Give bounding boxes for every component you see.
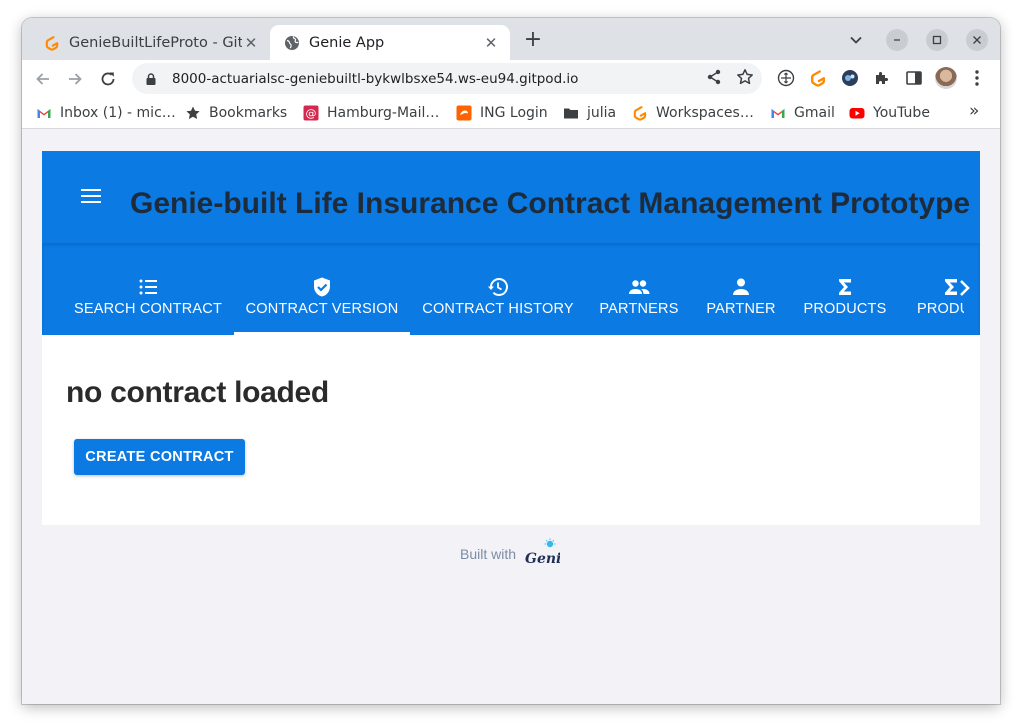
reload-icon[interactable]: [99, 70, 117, 88]
close-window-button[interactable]: [966, 29, 988, 51]
move-extension-icon[interactable]: [777, 69, 795, 87]
page-heading: no contract loaded: [66, 376, 329, 409]
app-tab-bar: SEARCH CONTRACT CONTRACT VERSION CONTRAC…: [42, 243, 980, 335]
bookmark-label: ING Login: [480, 105, 548, 121]
page-viewport: Genie-built Life Insurance Contract Mana…: [22, 130, 1000, 704]
address-bar[interactable]: 8000-actuarialsc-geniebuiltl-bykwlbsxe54…: [132, 63, 762, 94]
menu-hamburger-icon[interactable]: [81, 189, 101, 205]
verified-shield-icon: [314, 277, 330, 297]
tab-title: GenieBuiltLifeProto - Gitpod: [69, 34, 242, 51]
back-arrow-icon[interactable]: [34, 70, 52, 88]
star-icon: [186, 106, 200, 119]
genie-logo[interactable]: Genie: [524, 537, 560, 569]
bookmark-label: Bookmarks: [209, 105, 288, 121]
browser-toolbar: 8000-actuarialsc-geniebuiltl-bykwlbsxe54…: [22, 60, 1000, 97]
create-contract-button[interactable]: CREATE CONTRACT: [74, 439, 245, 475]
bookmark-workspaces[interactable]: Workspaces…: [632, 103, 754, 123]
bookmark-hamburg-mail[interactable]: @ Hamburg-Mail…: [303, 103, 439, 123]
tab-label: CONTRACT HISTORY: [422, 301, 574, 317]
minimize-button[interactable]: [886, 29, 908, 51]
person-icon: [733, 278, 749, 295]
gitpod-extension-icon[interactable]: [809, 69, 827, 87]
browser-tab-genie-app[interactable]: Genie App ✕: [270, 25, 510, 60]
tab-label: CONTRACT VERSION: [245, 301, 399, 317]
tab-contract-history[interactable]: CONTRACT HISTORY: [422, 243, 574, 335]
app-header: Genie-built Life Insurance Contract Mana…: [42, 151, 980, 243]
close-icon: [973, 36, 981, 44]
svg-text:@: @: [306, 107, 317, 120]
mask-extension-icon[interactable]: [841, 69, 859, 87]
bookmark-youtube[interactable]: YouTube: [849, 103, 930, 123]
puzzle-extensions-icon[interactable]: [873, 69, 891, 87]
profile-avatar[interactable]: [935, 67, 957, 89]
gitpod-icon: [45, 35, 59, 51]
gmail-icon: [37, 109, 51, 118]
tab-title: Genie App: [309, 34, 385, 51]
lock-icon[interactable]: [144, 72, 158, 86]
tab-contract-version[interactable]: CONTRACT VERSION: [234, 243, 410, 335]
bookmark-label: Inbox (1) - mic…: [60, 105, 176, 121]
chevron-down-icon[interactable]: [848, 32, 864, 48]
list-icon: [139, 279, 157, 295]
gitpod-icon: [633, 106, 647, 121]
minimize-icon: [894, 39, 900, 41]
tab-partner[interactable]: PARTNER: [702, 243, 780, 335]
mail-icon: @: [303, 105, 319, 121]
bookmark-label: YouTube: [873, 105, 930, 121]
app-title: Genie-built Life Insurance Contract Mana…: [130, 187, 971, 220]
bookmark-bookmarks[interactable]: Bookmarks: [185, 103, 287, 123]
globe-icon: [285, 35, 299, 50]
footer: Built with Genie: [460, 529, 560, 569]
bookmark-label: Hamburg-Mail…: [327, 105, 440, 121]
genie-logo-text: Genie: [525, 551, 560, 567]
bookmark-label: Workspaces…: [656, 105, 754, 121]
tab-label: PARTNERS: [599, 301, 679, 317]
chevron-right-icon[interactable]: [954, 277, 976, 299]
bookmarks-bar: Inbox (1) - mic… Bookmarks @ Hamburg-Mai…: [22, 97, 1000, 129]
url-text: 8000-actuarialsc-geniebuiltl-bykwlbsxe54…: [172, 70, 579, 87]
content-card: no contract loaded CREATE CONTRACT: [42, 335, 980, 525]
bookmark-label: Gmail: [794, 105, 835, 121]
tab-close-icon[interactable]: ✕: [242, 34, 260, 52]
people-icon: [629, 280, 650, 294]
bookmarks-overflow-button[interactable]: »: [969, 101, 979, 121]
star-bookmark-icon[interactable]: [736, 68, 754, 86]
forward-arrow-icon[interactable]: [66, 70, 84, 88]
maximize-icon: [932, 35, 942, 45]
share-icon[interactable]: [705, 68, 723, 86]
side-panel-icon[interactable]: [905, 69, 923, 87]
tab-close-icon[interactable]: ✕: [482, 34, 500, 52]
tab-label: PARTNER: [706, 301, 776, 317]
bookmark-gmail[interactable]: Gmail: [770, 103, 835, 123]
tab-search-contract[interactable]: SEARCH CONTRACT: [74, 243, 222, 335]
browser-window: GenieBuiltLifeProto - Gitpod ✕ Genie App…: [22, 18, 1000, 704]
tab-label: PRODUCTS: [803, 301, 887, 317]
youtube-icon: [849, 108, 865, 119]
tab-products[interactable]: PRODUCTS: [798, 243, 892, 335]
bookmark-ing-login[interactable]: ING Login: [456, 103, 548, 123]
bookmark-inbox[interactable]: Inbox (1) - mic…: [36, 103, 176, 123]
sigma-icon: [839, 279, 851, 295]
new-tab-button[interactable]: +: [521, 29, 545, 53]
built-with-label: Built with: [460, 546, 517, 562]
bookmark-label: julia: [587, 105, 617, 121]
history-icon: [488, 278, 508, 296]
tab-label: PRODUCT: [917, 301, 964, 317]
browser-tab-gitpod[interactable]: GenieBuiltLifeProto - Gitpod ✕: [30, 25, 270, 60]
tab-label: SEARCH CONTRACT: [74, 301, 223, 317]
gmail-icon: [771, 109, 785, 118]
ing-icon: [456, 105, 472, 121]
maximize-button[interactable]: [926, 29, 948, 51]
tab-partners[interactable]: PARTNERS: [594, 243, 684, 335]
folder-icon: [564, 108, 578, 119]
bookmark-folder-julia[interactable]: julia: [563, 103, 616, 123]
more-menu-icon[interactable]: [973, 69, 981, 87]
tab-strip: GenieBuiltLifeProto - Gitpod ✕ Genie App…: [22, 18, 1000, 60]
